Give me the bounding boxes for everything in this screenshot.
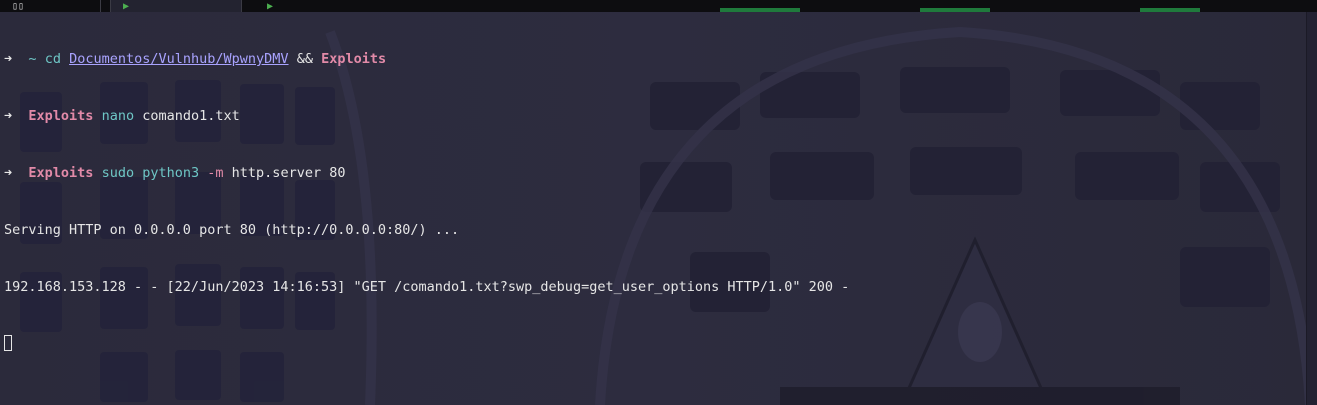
- scrollbar[interactable]: [1306, 12, 1317, 405]
- prompt-arrow-icon: ➜: [4, 165, 13, 181]
- command: sudo python3: [101, 165, 200, 181]
- tab-split-pane[interactable]: ▯▯: [4, 0, 64, 12]
- play-icon: ▶: [123, 1, 130, 12]
- command-arg: comando1.txt: [142, 108, 240, 124]
- command-arg: Exploits: [321, 51, 387, 67]
- terminal-output-line: 192.168.153.128 - - [22/Jun/2023 14:16:5…: [4, 279, 850, 295]
- operator: &&: [296, 51, 313, 67]
- prompt-cwd: Exploits: [28, 165, 94, 181]
- prompt-cwd: Exploits: [28, 108, 94, 124]
- split-pane-icon: ▯▯: [12, 1, 25, 12]
- tab-third[interactable]: ▶: [255, 0, 335, 12]
- tab-strip: ▯▯ ▶ ▶: [0, 0, 1317, 12]
- command-arg: http.server 80: [231, 165, 346, 181]
- terminal-line: ➜ Exploits nano comando1.txt: [4, 107, 1303, 126]
- terminal-line: ➜ Exploits sudo python3 -m http.server 8…: [4, 164, 1303, 183]
- text-cursor: [4, 335, 12, 351]
- tab-divider: [100, 0, 101, 12]
- path-link[interactable]: Documentos/Vulnhub/WpwnyDMV: [69, 51, 288, 67]
- prompt-arrow-icon: ➜: [4, 108, 13, 124]
- play-icon: ▶: [267, 1, 274, 12]
- command-flag: -m: [207, 165, 224, 181]
- tab-active[interactable]: ▶: [110, 0, 242, 12]
- terminal-output[interactable]: ➜ ~ cd Documentos/Vulnhub/WpwnyDMV && Ex…: [4, 12, 1303, 373]
- terminal-input-line[interactable]: [4, 335, 1303, 354]
- prompt-cwd: ~: [28, 51, 37, 67]
- command: cd: [44, 51, 61, 67]
- terminal-output-line: Serving HTTP on 0.0.0.0 port 80 (http://…: [4, 222, 460, 238]
- prompt-arrow-icon: ➜: [4, 51, 13, 67]
- command: nano: [101, 108, 135, 124]
- terminal-line: ➜ ~ cd Documentos/Vulnhub/WpwnyDMV && Ex…: [4, 50, 1303, 69]
